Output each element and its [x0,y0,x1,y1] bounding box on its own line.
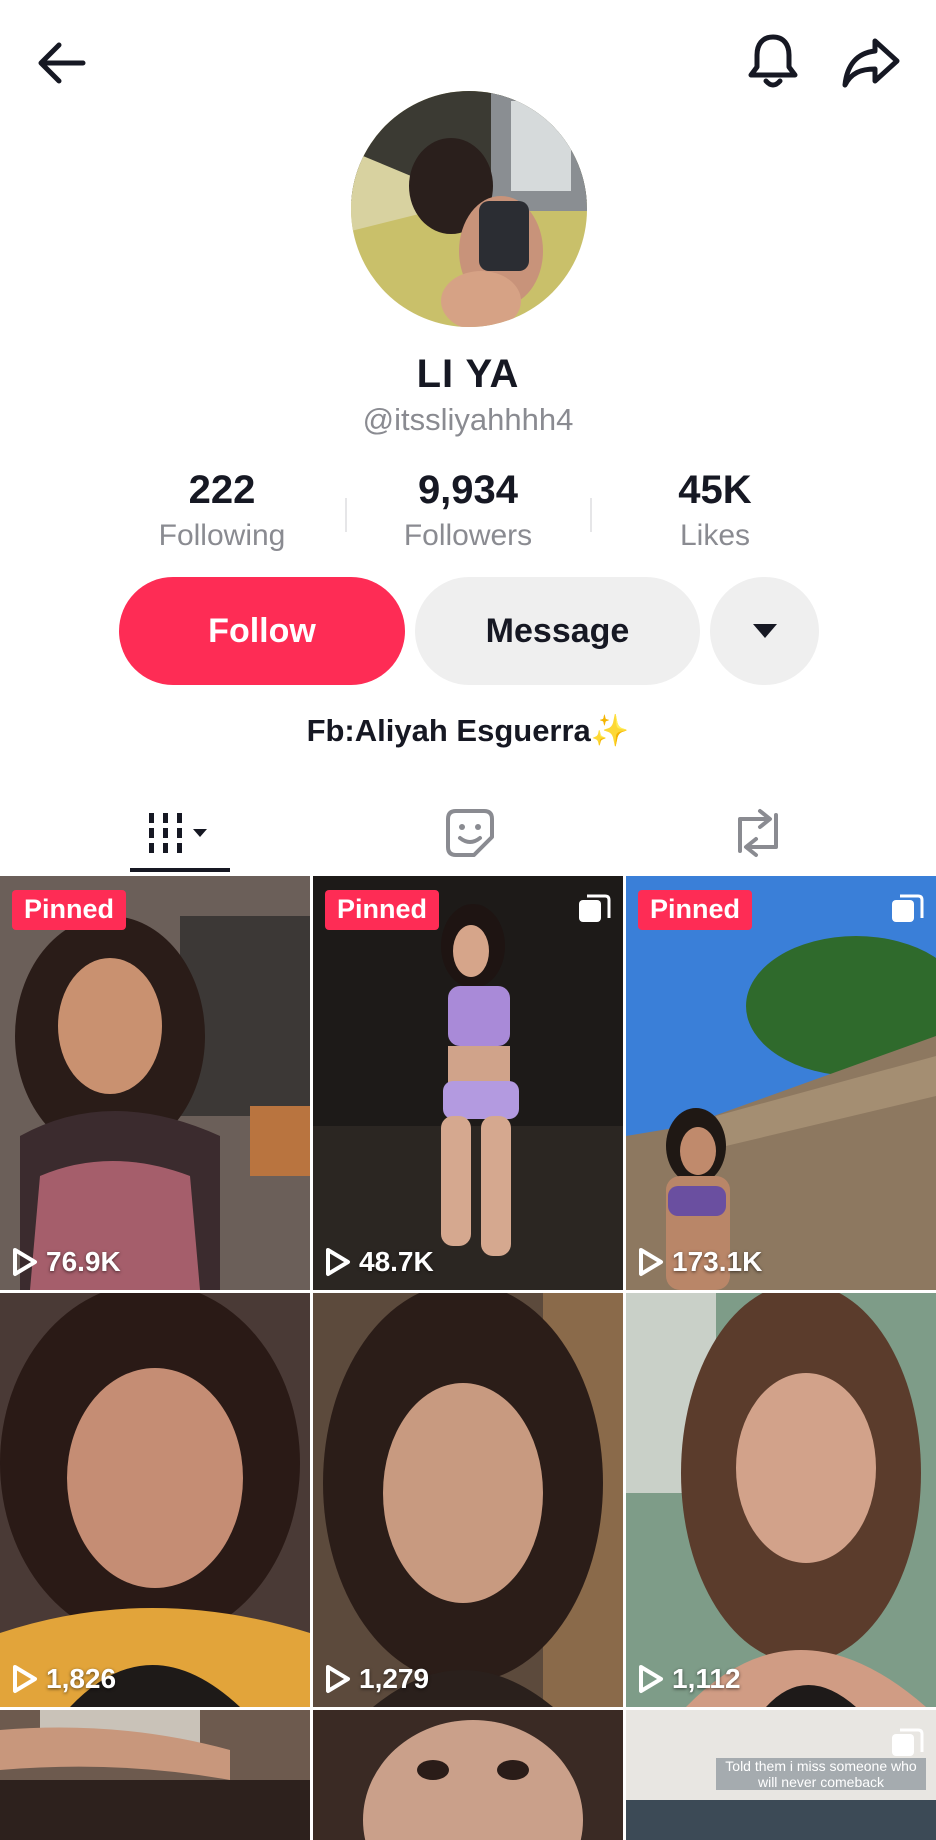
bio-text: Fb:Aliyah Esguerra [306,713,591,748]
video-grid: Pinned 76.9K Pinned 48.7K Pinned 173.1K … [0,876,936,1840]
share-icon [842,38,900,88]
view-count-text: 1,826 [46,1663,117,1694]
view-count-text: 1,279 [359,1663,430,1694]
profile-stats: 222 Following 9,934 Followers 45K Likes [100,468,836,558]
more-options-button[interactable] [710,577,819,685]
video-tile[interactable]: Pinned 173.1K [626,876,936,1290]
share-button[interactable] [838,30,904,96]
video-tile[interactable]: Told them i miss someone who will never … [626,1710,936,1840]
video-tile[interactable]: Pinned 76.9K [0,876,310,1290]
play-icon [13,1248,37,1276]
likes-count: 45K [678,468,752,512]
username-handle: @itssliyahhhh4 [362,402,574,437]
play-icon [326,1248,350,1276]
video-thumbnail [626,876,936,1290]
follow-button[interactable]: Follow [119,577,405,685]
sparkles-emoji: ✨ [590,713,630,748]
grid-icon [149,813,207,853]
profile-avatar[interactable] [351,91,587,327]
video-thumbnail [0,1710,310,1840]
video-thumbnail [626,1293,936,1707]
repost-icon [738,809,778,857]
message-button[interactable]: Message [415,577,700,685]
stat-divider [345,498,347,532]
following-label: Following [158,519,286,552]
display-name: LI YA [416,352,520,396]
stat-likes[interactable]: 45K Likes [605,468,825,553]
view-count: 1,112 [638,1663,741,1695]
active-tab-indicator [130,868,230,872]
photo-carousel-icon [892,894,924,922]
view-count: 1,279 [325,1663,429,1695]
stat-following[interactable]: 222 Following [112,468,332,553]
video-thumbnail [313,876,623,1290]
notification-bell-button[interactable] [740,28,806,94]
pinned-badge: Pinned [325,890,440,930]
caret-down-icon [752,624,777,638]
play-icon [639,1665,663,1693]
profile-bio: Fb:Aliyah Esguerra✨ [0,712,936,749]
video-tile[interactable]: 1,112 [626,1293,936,1707]
tab-reposts[interactable] [708,790,808,876]
view-count: 48.7K [325,1246,434,1278]
video-tile[interactable] [313,1710,623,1840]
view-count: 173.1K [638,1246,762,1278]
pinned-badge: Pinned [638,890,753,930]
video-thumbnail [313,1293,623,1707]
bell-icon [748,34,798,88]
view-count: 1,826 [12,1663,116,1695]
likes-label: Likes [679,519,751,552]
play-icon [13,1665,37,1693]
video-tile[interactable]: 1,279 [313,1293,623,1707]
video-caption-text: Told them i miss someone who will never … [716,1758,926,1790]
play-icon [639,1248,663,1276]
photo-carousel-icon [892,1728,924,1756]
video-tile[interactable] [0,1710,310,1840]
tab-favorites[interactable] [420,790,520,876]
view-count-text: 173.1K [672,1246,763,1277]
tab-videos[interactable] [130,790,230,876]
view-count-text: 1,112 [672,1663,741,1694]
view-count-text: 48.7K [359,1246,434,1277]
video-tile[interactable]: Pinned 48.7K [313,876,623,1290]
back-button[interactable] [30,32,92,94]
photo-carousel-icon [579,894,611,922]
back-arrow-icon [38,42,86,84]
followers-count: 9,934 [417,468,519,512]
content-tabs [0,790,936,876]
following-count: 222 [188,468,256,512]
video-thumbnail [0,876,310,1290]
profile-actions: Follow Message [0,577,936,685]
play-icon [326,1665,350,1693]
video-thumbnail [313,1710,623,1840]
followers-label: Followers [403,519,533,552]
video-tile[interactable]: 1,826 [0,1293,310,1707]
stat-divider [590,498,592,532]
view-count-text: 76.9K [46,1246,121,1277]
video-thumbnail [0,1293,310,1707]
view-count: 76.9K [12,1246,121,1278]
pinned-badge: Pinned [12,890,127,930]
sticker-icon [446,809,494,857]
stat-followers[interactable]: 9,934 Followers [358,468,578,553]
